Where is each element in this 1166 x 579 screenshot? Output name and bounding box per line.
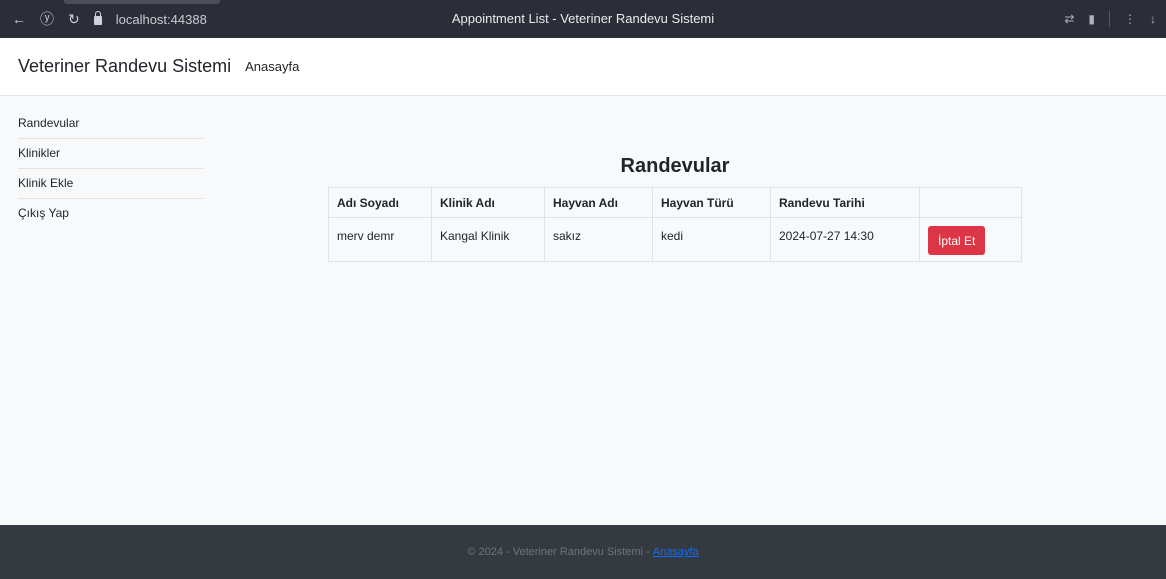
page-title: Randevular	[620, 155, 730, 177]
sidebar: Randevular Klinikler Klinik Ekle Çıkış Y…	[18, 109, 204, 229]
nav-home-link[interactable]: Anasayfa	[245, 59, 299, 74]
footer-text: © 2024 - Veteriner Randevu Sistemi -	[467, 546, 650, 558]
download-icon[interactable]: ↓	[1150, 12, 1156, 26]
cell-action: İptal Et	[919, 217, 1022, 262]
lock-icon	[93, 10, 102, 25]
browser-right-controls: ⇄ ▮ ⋮ ↓	[1064, 0, 1156, 38]
footer-home-link[interactable]: Anasayfa	[653, 546, 699, 558]
back-arrow-icon[interactable]: ←	[12, 12, 26, 26]
table-header-row: Adı Soyadı Klinik Adı Hayvan Adı Hayvan …	[328, 187, 1022, 218]
table-row: merv demr Kangal Klinik sakız kedi 2024-…	[328, 217, 1022, 262]
cell-pet-name: sakız	[544, 217, 653, 262]
sidebar-item-randevular[interactable]: Randevular	[18, 109, 204, 139]
yandex-icon[interactable]: ⓨ	[40, 12, 54, 26]
column-header-pet-name: Hayvan Adı	[544, 187, 653, 218]
column-header-date: Randevu Tarihi	[770, 187, 920, 218]
menu-icon[interactable]: ⋮	[1124, 12, 1136, 26]
reload-icon[interactable]: ↻	[68, 12, 80, 26]
cell-name: merv demr	[328, 217, 432, 262]
address-bar[interactable]: localhost:44388	[116, 12, 207, 27]
cell-clinic: Kangal Klinik	[431, 217, 545, 262]
column-header-name: Adı Soyadı	[328, 187, 432, 218]
bookmark-icon[interactable]: ▮	[1088, 12, 1095, 26]
brand-link[interactable]: Veteriner Randevu Sistemi	[18, 56, 231, 77]
chrome-separator	[1109, 11, 1110, 27]
app-navbar: Veteriner Randevu Sistemi Anasayfa	[0, 38, 1166, 96]
appointments-table: Adı Soyadı Klinik Adı Hayvan Adı Hayvan …	[328, 187, 1022, 262]
sidebar-item-klinikler[interactable]: Klinikler	[18, 139, 204, 169]
column-header-clinic: Klinik Adı	[431, 187, 545, 218]
column-header-action	[919, 187, 1022, 218]
sidebar-item-klinik-ekle[interactable]: Klinik Ekle	[18, 169, 204, 199]
column-header-pet-type: Hayvan Türü	[652, 187, 771, 218]
cell-pet-type: kedi	[652, 217, 771, 262]
cell-date: 2024-07-27 14:30	[770, 217, 920, 262]
browser-chrome: ← ⓨ ↻ localhost:44388 Appointment List -…	[0, 0, 1166, 38]
footer: © 2024 - Veteriner Randevu Sistemi - Ana…	[0, 525, 1166, 579]
cancel-appointment-button[interactable]: İptal Et	[928, 226, 986, 255]
translate-icon[interactable]: ⇄	[1064, 12, 1074, 26]
browser-left-controls: ← ⓨ ↻ localhost:44388	[12, 0, 207, 38]
sidebar-item-cikis-yap[interactable]: Çıkış Yap	[18, 199, 204, 229]
